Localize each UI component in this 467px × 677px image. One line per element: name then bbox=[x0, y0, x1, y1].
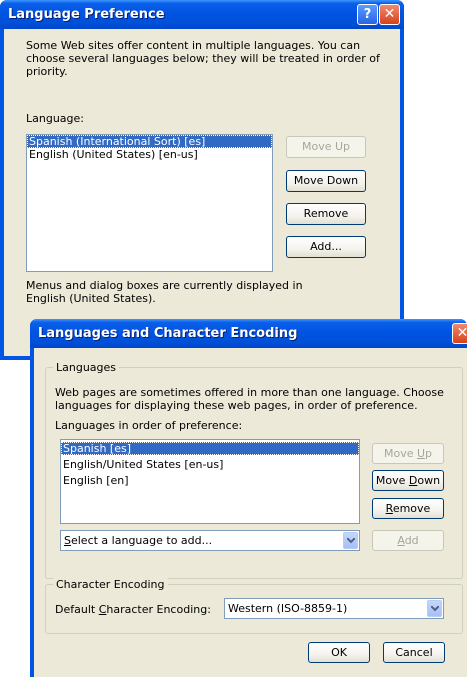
title-bar[interactable]: Languages and Character Encoding ✕ bbox=[30, 319, 467, 348]
dialog-title: Language Preference bbox=[8, 7, 165, 22]
remove-button[interactable]: Remove bbox=[372, 498, 444, 519]
list-item[interactable]: Spanish [es] bbox=[61, 442, 359, 455]
close-button[interactable]: ✕ bbox=[379, 4, 400, 25]
add-language-select-value: Select a language to add... bbox=[64, 534, 213, 547]
description-text: Some Web sites offer content in multiple… bbox=[26, 39, 380, 78]
ok-button[interactable]: OK bbox=[308, 642, 370, 663]
default-encoding-value: Western (ISO-8859-1) bbox=[228, 602, 348, 615]
list-item[interactable]: English/United States [en-us] bbox=[61, 458, 359, 471]
language-label: Language: bbox=[26, 112, 84, 125]
list-item[interactable]: Spanish (International Sort) [es] bbox=[27, 135, 272, 148]
languages-encoding-dialog: Languages and Character Encoding ✕ Langu… bbox=[30, 319, 467, 677]
move-up-button[interactable]: Move Up bbox=[372, 443, 444, 464]
dialog-title: Languages and Character Encoding bbox=[38, 326, 298, 341]
move-up-button[interactable]: Move Up bbox=[286, 136, 366, 158]
default-encoding-label: Default Character Encoding: bbox=[55, 603, 211, 616]
order-label: Languages in order of preference: bbox=[55, 419, 243, 432]
chevron-down-icon[interactable] bbox=[427, 600, 442, 617]
move-down-button[interactable]: Move Down bbox=[286, 170, 366, 192]
description-text: Web pages are sometimes offered in more … bbox=[55, 386, 444, 412]
add-language-select[interactable]: Select a language to add... bbox=[60, 530, 360, 551]
language-list[interactable]: Spanish (International Sort) [es] Englis… bbox=[26, 134, 273, 272]
preferred-language-list[interactable]: Spanish [es] English/United States [en-u… bbox=[60, 439, 360, 524]
add-button[interactable]: Add bbox=[372, 530, 444, 551]
dialog-body: Languages Web pages are sometimes offere… bbox=[34, 348, 467, 677]
language-preference-dialog: Language Preference ? ✕ Some Web sites o… bbox=[0, 0, 404, 360]
languages-group-label: Languages bbox=[53, 361, 120, 374]
dialog-body: Some Web sites offer content in multiple… bbox=[4, 29, 400, 356]
cancel-button[interactable]: Cancel bbox=[383, 642, 445, 663]
add-button[interactable]: Add... bbox=[286, 236, 366, 258]
chevron-down-icon[interactable] bbox=[343, 532, 358, 549]
move-down-button[interactable]: Move Down bbox=[372, 470, 444, 491]
remove-button[interactable]: Remove bbox=[286, 203, 366, 225]
default-encoding-select[interactable]: Western (ISO-8859-1) bbox=[224, 598, 444, 619]
list-item[interactable]: English [en] bbox=[61, 474, 359, 487]
character-encoding-group-label: Character Encoding bbox=[53, 578, 168, 591]
list-item[interactable]: English (United States) [en-us] bbox=[27, 148, 272, 161]
title-bar[interactable]: Language Preference ? ✕ bbox=[0, 0, 404, 29]
help-button[interactable]: ? bbox=[357, 4, 378, 25]
status-text: Menus and dialog boxes are currently dis… bbox=[26, 279, 303, 305]
close-button[interactable]: ✕ bbox=[452, 323, 467, 344]
